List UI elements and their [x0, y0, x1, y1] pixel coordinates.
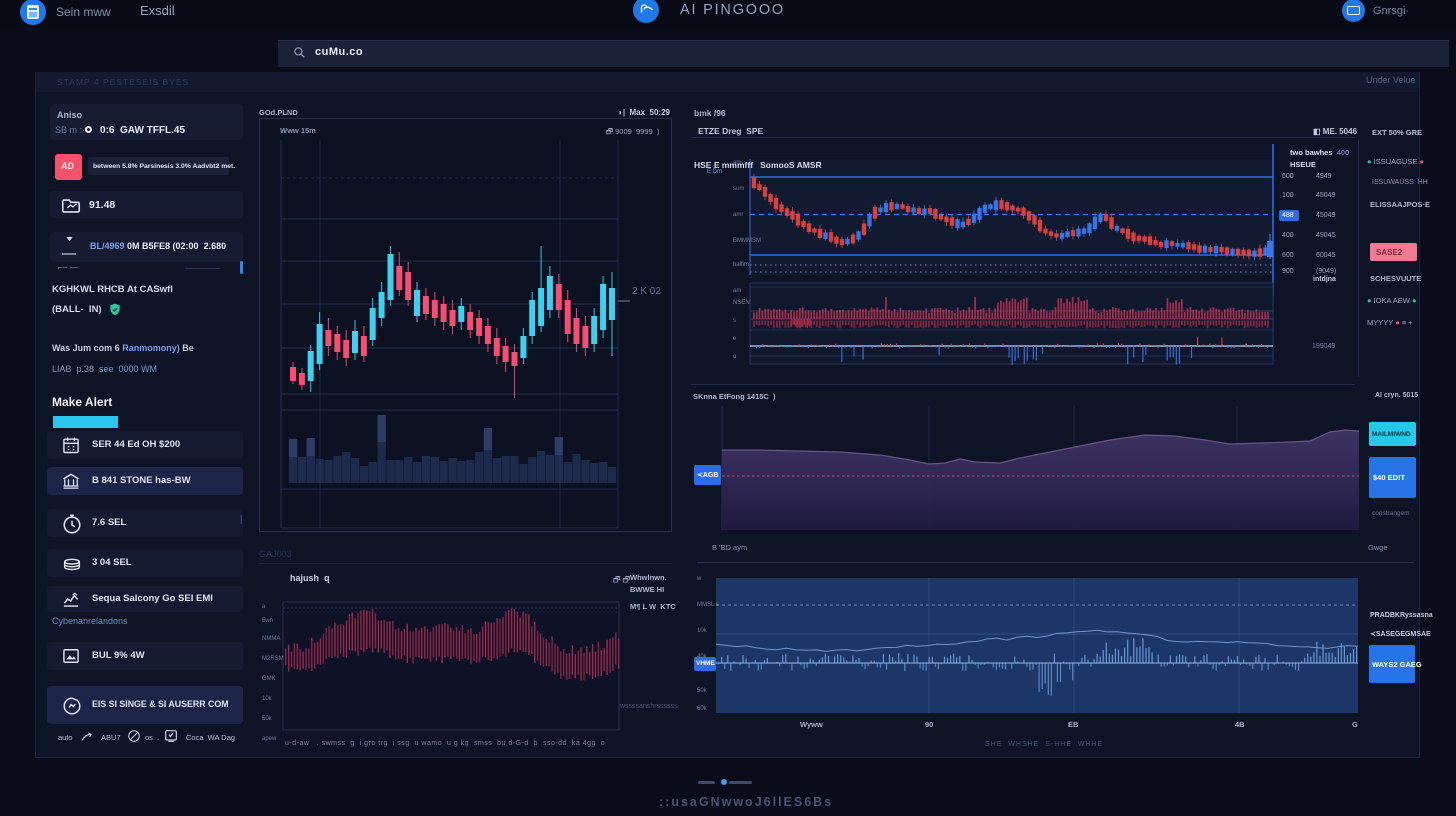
svg-text:2 K 02: 2 K 02 [632, 286, 661, 297]
